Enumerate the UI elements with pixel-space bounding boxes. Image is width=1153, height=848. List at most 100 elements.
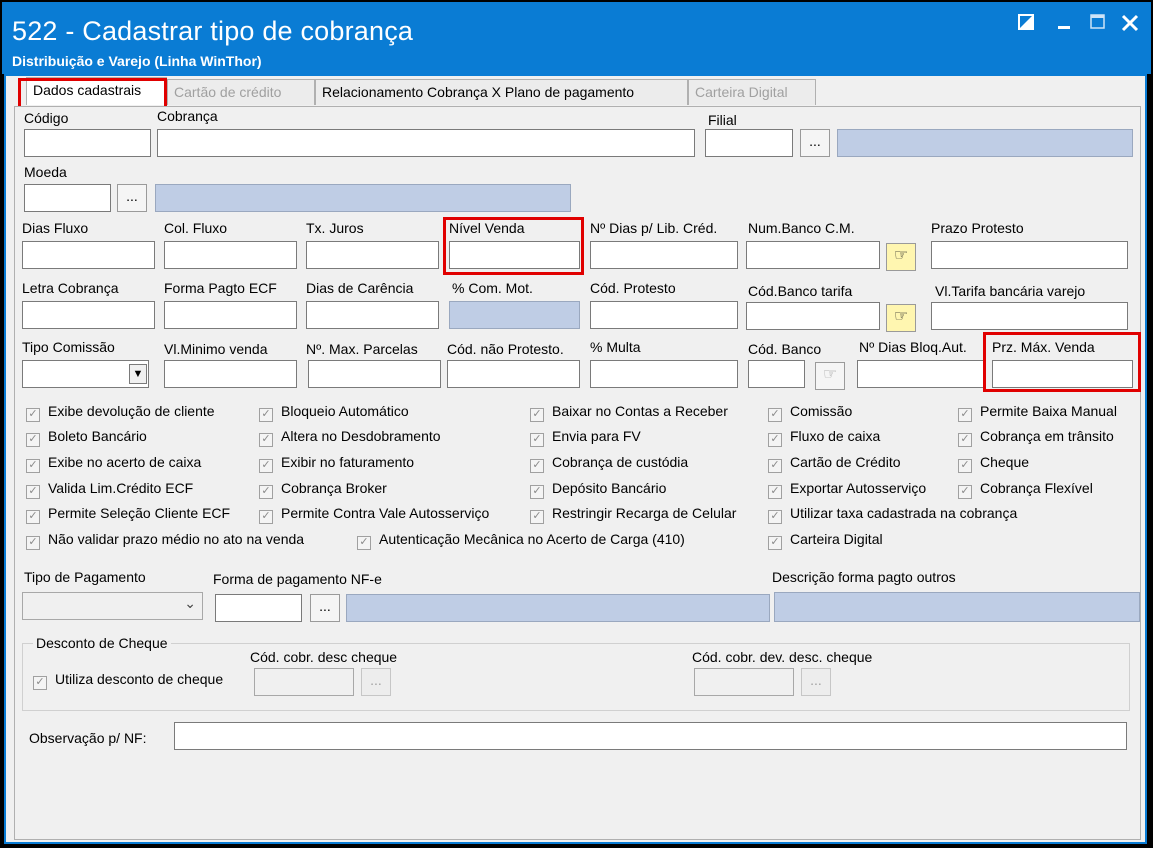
checkbox-option[interactable]: ✓ Autenticação Mecânica no Acerto de Carg…: [357, 531, 685, 551]
checkbox-option[interactable]: ✓ Altera no Desdobramento: [259, 428, 441, 448]
chevron-down-icon: ⌄: [184, 595, 196, 611]
checkbox-option[interactable]: ✓ Fluxo de caixa: [768, 428, 880, 448]
vl-minimo-venda-input[interactable]: [164, 360, 297, 388]
checkbox-label: Permite Baixa Manual: [980, 403, 1117, 419]
cod-cobr-dev-desc-cheque-label: Cód. cobr. dev. desc. cheque: [692, 649, 873, 665]
checkbox-check-icon: ✓: [33, 676, 47, 690]
checkbox-option[interactable]: ✓ Exibir no faturamento: [259, 454, 414, 474]
close-button[interactable]: [1118, 14, 1142, 38]
cod-banco-tarifa-label: Cód.Banco tarifa: [748, 283, 853, 299]
letra-cobranca-input[interactable]: [22, 301, 155, 329]
restore-icon[interactable]: [1014, 14, 1038, 38]
checkbox-label: Utilizar taxa cadastrada na cobrança: [790, 505, 1018, 521]
filial-input[interactable]: [705, 129, 793, 157]
checkbox-option[interactable]: ✓ Cobrança Broker: [259, 480, 387, 500]
filial-lookup-button[interactable]: ...: [800, 129, 830, 157]
observacao-label: Observação p/ NF:: [29, 730, 147, 746]
multa-input[interactable]: [590, 360, 738, 388]
cod-banco-tarifa-lookup-button[interactable]: ☞: [886, 304, 916, 332]
checkbox-label: Cobrança Broker: [281, 480, 387, 496]
title-bar: 522 - Cadastrar tipo de cobrança Distrib…: [2, 2, 1151, 74]
tab-relacionamento-cobranca[interactable]: Relacionamento Cobrança X Plano de pagam…: [315, 79, 688, 105]
cod-banco-lookup-button[interactable]: ☞: [815, 362, 845, 390]
codigo-input[interactable]: [24, 129, 151, 157]
checkbox-option[interactable]: ✓ Utilizar taxa cadastrada na cobrança: [768, 505, 1017, 525]
col-fluxo-input[interactable]: [164, 241, 297, 269]
checkbox-option[interactable]: ✓ Exibe no acerto de caixa: [26, 454, 201, 474]
cobranca-input[interactable]: [157, 129, 695, 157]
checkbox-check-icon: ✓: [26, 485, 40, 499]
cod-banco-input[interactable]: [748, 360, 805, 388]
checkbox-label: Depósito Bancário: [552, 480, 667, 496]
checkbox-label: Boleto Bancário: [48, 428, 147, 444]
com-mot-input[interactable]: [449, 301, 580, 329]
highlight-nivel-venda: [443, 217, 584, 275]
hand-pointer-icon: ☞: [822, 366, 838, 383]
tx-juros-input[interactable]: [306, 241, 439, 269]
cod-cobr-dev-desc-cheque-lookup-button[interactable]: ...: [801, 668, 831, 696]
num-banco-cm-input[interactable]: [746, 241, 880, 269]
cod-banco-tarifa-input[interactable]: [746, 302, 880, 330]
checkbox-option[interactable]: ✓ Boleto Bancário: [26, 428, 147, 448]
checkbox-option[interactable]: ✓ Exportar Autosserviço: [768, 480, 926, 500]
dias-lib-cred-input[interactable]: [590, 241, 738, 269]
checkbox-option[interactable]: ✓ Exibe devolução de cliente: [26, 403, 215, 423]
checkbox-option[interactable]: ✓ Permite Contra Vale Autosserviço: [259, 505, 489, 525]
tab-carteira-digital[interactable]: Carteira Digital: [688, 79, 816, 105]
minimize-icon: [1058, 26, 1070, 29]
checkbox-option[interactable]: ✓ Baixar no Contas a Receber: [530, 403, 728, 423]
checkbox-label: Envia para FV: [552, 428, 641, 444]
utiliza-desconto-cheque-checkbox[interactable]: ✓ Utiliza desconto de cheque: [33, 671, 223, 691]
tipo-comissao-select[interactable]: ▼: [22, 360, 149, 388]
checkbox-option[interactable]: ✓ Depósito Bancário: [530, 480, 666, 500]
filial-description-field: [837, 129, 1133, 157]
num-banco-cm-lookup-button[interactable]: ☞: [886, 243, 916, 271]
checkbox-option[interactable]: ✓ Cobrança Flexível: [958, 480, 1093, 500]
tx-juros-label: Tx. Juros: [306, 220, 364, 236]
observacao-input[interactable]: [174, 722, 1127, 750]
max-parcelas-input[interactable]: [308, 360, 441, 388]
cod-protesto-input[interactable]: [590, 301, 738, 329]
checkbox-option[interactable]: ✓ Cobrança em trânsito: [958, 428, 1114, 448]
dias-fluxo-input[interactable]: [22, 241, 155, 269]
checkbox-option[interactable]: ✓ Bloqueio Automático: [259, 403, 409, 423]
moeda-input[interactable]: [24, 184, 111, 212]
cod-nao-protesto-input[interactable]: [447, 360, 580, 388]
checkbox-option[interactable]: ✓ Permite Seleção Cliente ECF: [26, 505, 230, 525]
checkbox-option[interactable]: ✓ Cartão de Crédito: [768, 454, 901, 474]
cod-cobr-desc-cheque-input[interactable]: [254, 668, 354, 696]
maximize-button[interactable]: [1086, 14, 1110, 38]
forma-pagamento-nfe-input[interactable]: [215, 594, 302, 622]
checkbox-option[interactable]: ✓ Valida Lim.Crédito ECF: [26, 480, 193, 500]
checkbox-label: Autenticação Mecânica no Acerto de Carga…: [379, 531, 685, 547]
checkbox-option[interactable]: ✓ Não validar prazo médio no ato na venda: [26, 531, 304, 551]
prazo-protesto-label: Prazo Protesto: [931, 220, 1024, 236]
checkbox-label: Exibe no acerto de caixa: [48, 454, 202, 470]
moeda-lookup-button[interactable]: ...: [117, 184, 147, 212]
dias-bloq-aut-input[interactable]: [857, 360, 984, 388]
utiliza-desconto-cheque-label: Utiliza desconto de cheque: [55, 671, 224, 687]
checkbox-option[interactable]: ✓ Cobrança de custódia: [530, 454, 688, 474]
checkbox-option[interactable]: ✓ Restringir Recarga de Celular: [530, 505, 736, 525]
checkbox-option[interactable]: ✓ Cheque: [958, 454, 1029, 474]
forma-pagto-ecf-input[interactable]: [164, 301, 297, 329]
minimize-button[interactable]: [1052, 14, 1076, 38]
tab-cartao-credito[interactable]: Cartão de crédito: [167, 79, 315, 105]
restore-glyph-icon: [1018, 14, 1034, 30]
cod-cobr-desc-cheque-lookup-button[interactable]: ...: [361, 668, 391, 696]
tipo-pagamento-select[interactable]: ⌄: [22, 592, 203, 620]
checkbox-check-icon: ✓: [530, 408, 544, 422]
vl-tarifa-bancaria-input[interactable]: [931, 302, 1128, 330]
cod-cobr-dev-desc-cheque-input[interactable]: [694, 668, 794, 696]
forma-pagamento-nfe-lookup-button[interactable]: ...: [310, 594, 340, 622]
tipo-comissao-label: Tipo Comissão: [22, 339, 115, 355]
checkbox-option[interactable]: ✓ Comissão: [768, 403, 852, 423]
dias-carencia-input[interactable]: [306, 301, 439, 329]
prazo-protesto-input[interactable]: [931, 241, 1128, 269]
checkbox-check-icon: ✓: [259, 408, 273, 422]
checkbox-option[interactable]: ✓ Carteira Digital: [768, 531, 883, 551]
checkbox-option[interactable]: ✓ Envia para FV: [530, 428, 641, 448]
dropdown-arrow-icon[interactable]: ▼: [129, 364, 147, 384]
forma-pagamento-nfe-description: [346, 594, 770, 622]
checkbox-option[interactable]: ✓ Permite Baixa Manual: [958, 403, 1117, 423]
